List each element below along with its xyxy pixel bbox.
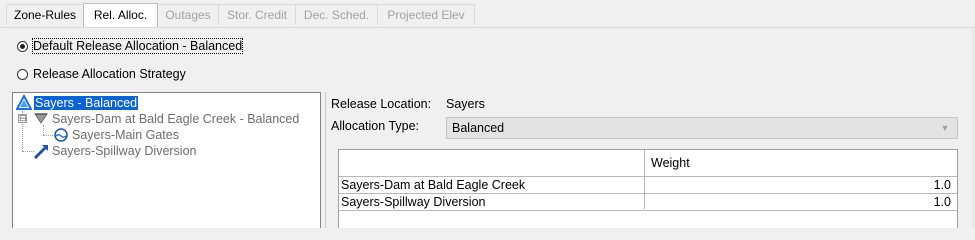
row-weight-cell[interactable]: 1.0: [934, 194, 951, 210]
tree-item-sayers-balanced[interactable]: Sayers - Balanced: [15, 93, 140, 111]
allocation-type-value: Balanced: [452, 121, 505, 135]
tab-outages[interactable]: Outages: [157, 4, 219, 25]
row-name-cell[interactable]: Sayers-Spillway Diversion: [341, 194, 486, 210]
allocation-type-select[interactable]: Balanced ▼: [446, 117, 958, 139]
collapse-toggle[interactable]: ⊟: [18, 114, 27, 123]
default-allocation-radio[interactable]: [17, 40, 28, 52]
column-header-weight[interactable]: Weight: [651, 150, 690, 176]
default-allocation-label[interactable]: Default Release Allocation - Balanced: [31, 38, 244, 54]
table-row[interactable]: Sayers-Dam at Bald Eagle Creek 1.0: [339, 177, 957, 194]
tab-stor-credit[interactable]: Stor. Credit: [218, 4, 296, 25]
tree-item-main-gates[interactable]: Sayers-Main Gates: [53, 127, 180, 143]
tree-item-spillway-diversion[interactable]: Sayers-Spillway Diversion: [33, 143, 198, 159]
strategy-allocation-label[interactable]: Release Allocation Strategy: [33, 67, 186, 81]
allocation-tree[interactable]: ⊟ Sayers - Balanced Sayers-Dam at Bald E…: [12, 92, 321, 228]
tab-strip: Zone-Rules Rel. Alloc. Outages Stor. Cre…: [0, 0, 975, 28]
strategy-allocation-radio[interactable]: [17, 68, 28, 80]
tab-projected-elev[interactable]: Projected Elev: [377, 4, 475, 25]
strategy-allocation-option[interactable]: Release Allocation Strategy: [17, 66, 186, 82]
tab-rel-alloc[interactable]: Rel. Alloc.: [83, 3, 158, 27]
tree-item-label[interactable]: Sayers-Dam at Bald Eagle Creek - Balance…: [51, 112, 300, 126]
tree-item-dam[interactable]: Sayers-Dam at Bald Eagle Creek - Balance…: [33, 111, 300, 127]
tab-strip-baseline: [0, 27, 975, 28]
allocation-details: Release Location: Sayers Allocation Type…: [325, 92, 975, 228]
release-location-value: Sayers: [446, 97, 485, 111]
tree-item-label[interactable]: Sayers-Main Gates: [71, 128, 180, 142]
tab-dec-sched[interactable]: Dec. Sched.: [295, 4, 378, 25]
tree-item-label[interactable]: Sayers - Balanced: [32, 95, 140, 111]
allocation-type-label: Allocation Type:: [331, 119, 420, 133]
reservoir-icon: [15, 93, 33, 111]
table-row[interactable]: Sayers-Spillway Diversion 1.0: [339, 194, 957, 211]
diversion-icon: [33, 143, 49, 159]
row-weight-cell[interactable]: 1.0: [934, 177, 951, 193]
dam-icon: [33, 111, 49, 127]
chevron-down-icon[interactable]: ▼: [939, 121, 951, 135]
default-allocation-option[interactable]: Default Release Allocation - Balanced: [17, 38, 244, 54]
tree-item-label[interactable]: Sayers-Spillway Diversion: [51, 144, 198, 158]
release-location-label: Release Location:: [331, 97, 432, 111]
table-header: Weight: [339, 150, 957, 177]
row-name-cell[interactable]: Sayers-Dam at Bald Eagle Creek: [341, 177, 525, 193]
tab-zone-rules[interactable]: Zone-Rules: [6, 4, 84, 25]
gate-icon: [53, 127, 69, 143]
weight-table[interactable]: Weight Sayers-Dam at Bald Eagle Creek 1.…: [338, 149, 958, 228]
tree-connector: [43, 135, 53, 136]
